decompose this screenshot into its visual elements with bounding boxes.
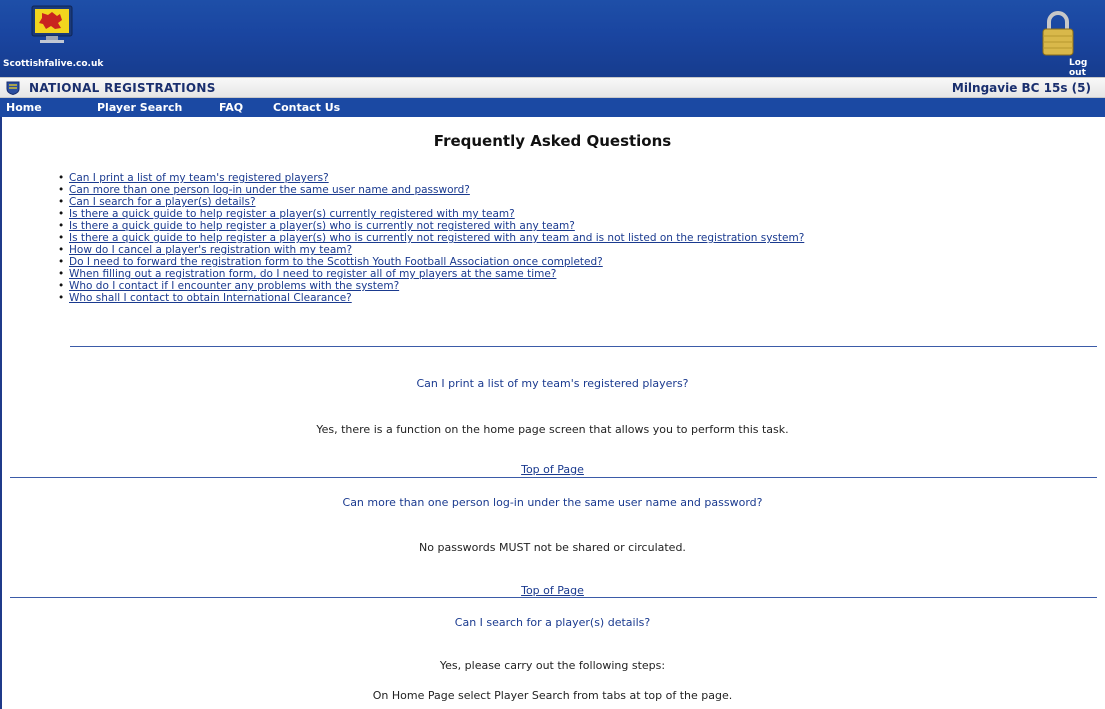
faq-link[interactable]: Who shall I contact to obtain Internatio…	[69, 292, 352, 304]
page-title: Frequently Asked Questions	[433, 132, 672, 150]
faq-link[interactable]: Is there a quick guide to help register …	[69, 232, 804, 244]
faq-section-heading: Can I search for a player(s) details?	[454, 616, 651, 629]
football-monitor-logo-icon[interactable]	[30, 4, 74, 48]
list-item: Can I search for a player(s) details?	[58, 196, 804, 208]
faq-link[interactable]: Can I search for a player(s) details?	[69, 196, 256, 208]
divider	[70, 346, 1097, 347]
faq-link[interactable]: Can I print a list of my team's register…	[69, 172, 329, 184]
nav-home[interactable]: Home	[6, 101, 42, 114]
faq-answer: No passwords MUST not be shared or circu…	[419, 541, 686, 554]
faq-link[interactable]: Do I need to forward the registration fo…	[69, 256, 603, 268]
list-item: When filling out a registration form, do…	[58, 268, 804, 280]
top-of-page-link-container: Top of Page	[0, 584, 1105, 597]
faq-link[interactable]: Who do I contact if I encounter any prob…	[69, 280, 399, 292]
list-item: Is there a quick guide to help register …	[58, 232, 804, 244]
nav-faq[interactable]: FAQ	[219, 101, 243, 114]
list-item: Is there a quick guide to help register …	[58, 220, 804, 232]
list-item: Who shall I contact to obtain Internatio…	[58, 292, 804, 304]
faq-question-list: Can I print a list of my team's register…	[58, 172, 804, 304]
list-item: Is there a quick guide to help register …	[58, 208, 804, 220]
list-item: Can I print a list of my team's register…	[58, 172, 804, 184]
main-nav: Home Player Search FAQ Contact Us	[0, 98, 1105, 117]
list-item: Can more than one person log-in under th…	[58, 184, 804, 196]
nav-contact-us[interactable]: Contact Us	[273, 101, 340, 114]
list-item: How do I cancel a player's registration …	[58, 244, 804, 256]
divider	[10, 597, 1097, 598]
association-crest-icon	[6, 81, 20, 95]
nav-player-search[interactable]: Player Search	[97, 101, 182, 114]
faq-link[interactable]: When filling out a registration form, do…	[69, 268, 556, 280]
top-of-page-link[interactable]: Top of Page	[521, 463, 584, 476]
faq-section-heading: Can more than one person log-in under th…	[342, 496, 763, 509]
list-item: Do I need to forward the registration fo…	[58, 256, 804, 268]
site-header: Scottishfalive.co.uk Log out	[0, 0, 1105, 78]
site-name: Scottishfalive.co.uk	[3, 59, 104, 69]
divider	[10, 477, 1097, 478]
padlock-icon[interactable]	[1041, 10, 1075, 56]
top-of-page-link-container: Top of Page	[0, 463, 1105, 476]
faq-link[interactable]: Can more than one person log-in under th…	[69, 184, 470, 196]
team-name: Milngavie BC 15s (5)	[951, 81, 1091, 95]
top-of-page-link[interactable]: Top of Page	[521, 584, 584, 597]
faq-answer: Yes, there is a function on the home pag…	[316, 423, 789, 436]
faq-link[interactable]: Is there a quick guide to help register …	[69, 220, 575, 232]
faq-link[interactable]: Is there a quick guide to help register …	[69, 208, 515, 220]
logout-link[interactable]: Log out	[1069, 58, 1105, 78]
faq-answer-step: On Home Page select Player Search from t…	[372, 689, 733, 702]
faq-answer: Yes, please carry out the following step…	[439, 659, 666, 672]
list-item: Who do I contact if I encounter any prob…	[58, 280, 804, 292]
registration-bar: NATIONAL REGISTRATIONS Milngavie BC 15s …	[0, 77, 1105, 98]
registrations-title: NATIONAL REGISTRATIONS	[29, 81, 216, 95]
faq-section-heading: Can I print a list of my team's register…	[416, 377, 689, 390]
faq-link[interactable]: How do I cancel a player's registration …	[69, 244, 352, 256]
